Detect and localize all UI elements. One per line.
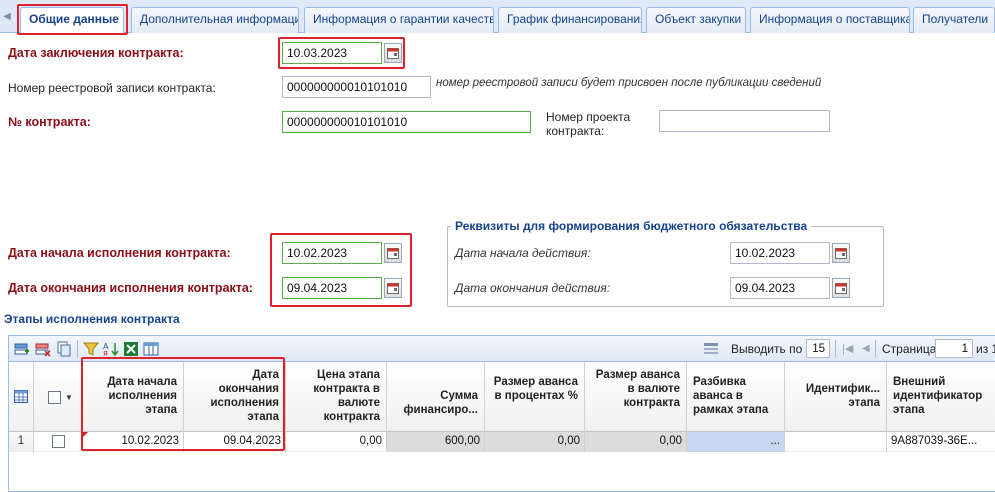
contract-number-label: № контракта: bbox=[8, 115, 91, 129]
end-date-input[interactable] bbox=[282, 277, 382, 299]
tab-bar: ◀ Общие данные Дополнительная информация… bbox=[0, 0, 995, 34]
col-header-advance-sum[interactable]: Размер аванса в валюте контракта bbox=[585, 362, 687, 432]
cell-ident[interactable] bbox=[785, 432, 887, 452]
tab-recipients[interactable]: Получатели bbox=[913, 7, 995, 33]
grid-table-icon bbox=[14, 390, 28, 403]
tab-purchase-object[interactable]: Объект закупки bbox=[646, 7, 746, 33]
grid-toolbar: AЯ Выводить по |◀ ◀ Страница из 1 bbox=[9, 336, 995, 362]
copy-row-icon[interactable] bbox=[56, 341, 72, 357]
registry-number-hint: номер реестровой записи будет присвоен п… bbox=[436, 77, 822, 89]
tab-additional-info[interactable]: Дополнительная информация bbox=[131, 7, 299, 33]
select-all-checkbox[interactable] bbox=[48, 391, 61, 404]
delete-row-icon[interactable] bbox=[35, 341, 51, 357]
calendar-icon[interactable] bbox=[384, 43, 402, 63]
start-date-input[interactable] bbox=[282, 242, 382, 264]
budget-start-label: Дата начала действия: bbox=[455, 246, 591, 260]
col-header-ident[interactable]: Идентифик... этапа bbox=[785, 362, 887, 432]
page-count: из 1 bbox=[976, 342, 995, 356]
calendar-icon[interactable] bbox=[832, 243, 850, 263]
first-page-icon[interactable]: |◀ bbox=[842, 342, 853, 355]
cell-finance: 600,00 bbox=[387, 432, 485, 452]
cell-advance-pct: 0,00 bbox=[485, 432, 585, 452]
tab-general[interactable]: Общие данные bbox=[20, 7, 124, 34]
tab-quality-guarantee[interactable]: Информация о гарантии качества bbox=[304, 7, 494, 33]
col-header-start[interactable]: Дата начала исполнения этапа bbox=[82, 362, 184, 432]
row-number: 1 bbox=[9, 432, 34, 452]
page-input[interactable] bbox=[935, 339, 973, 358]
grid-header: ▼ Дата начала исполнения этапа Дата окон… bbox=[9, 362, 995, 432]
sort-icon[interactable]: AЯ bbox=[103, 341, 119, 357]
contract-date-input[interactable] bbox=[282, 42, 382, 64]
start-date-label: Дата начала исполнения контракта: bbox=[8, 246, 231, 260]
cell-price[interactable]: 0,00 bbox=[286, 432, 387, 452]
budget-start-input[interactable] bbox=[730, 242, 830, 264]
cell-start-date[interactable]: 10.02.2023 bbox=[82, 432, 184, 452]
end-date-label: Дата окончания исполнения контракта: bbox=[8, 281, 253, 295]
contract-number-input[interactable] bbox=[282, 111, 531, 133]
stages-title: Этапы исполнения контракта bbox=[4, 312, 180, 326]
col-header-finance[interactable]: Сумма финансиро... bbox=[387, 362, 485, 432]
calendar-icon[interactable] bbox=[384, 243, 402, 263]
add-row-icon[interactable] bbox=[14, 341, 30, 357]
select-all-header[interactable]: ▼ bbox=[34, 362, 82, 432]
project-number-input[interactable] bbox=[659, 110, 830, 132]
rownum-header bbox=[9, 362, 34, 432]
registry-number-label: Номер реестровой записи контракта: bbox=[8, 81, 216, 95]
col-header-price[interactable]: Цена этапа контракта в валюте контракта bbox=[286, 362, 387, 432]
page-label: Страница bbox=[882, 342, 937, 356]
col-header-breakdown[interactable]: Разбивка аванса в рамках этапа bbox=[687, 362, 785, 432]
col-header-advance-pct[interactable]: Размер аванса в процентах % bbox=[485, 362, 585, 432]
page-size-input[interactable] bbox=[806, 339, 830, 358]
svg-text:Я: Я bbox=[103, 350, 108, 357]
cell-advance-sum: 0,00 bbox=[585, 432, 687, 452]
page-size-label: Выводить по bbox=[731, 342, 803, 356]
prev-page-icon[interactable]: ◀ bbox=[862, 343, 870, 354]
col-header-ext-id[interactable]: Внешний идентификатор этапа bbox=[887, 362, 995, 432]
cell-breakdown-button[interactable]: ... bbox=[687, 432, 785, 452]
tab-scroll-left-icon[interactable]: ◀ bbox=[0, 10, 14, 24]
budget-legend: Реквизиты для формирования бюджетного об… bbox=[451, 219, 812, 233]
project-number-label: Номер проекта контракта: bbox=[546, 110, 631, 138]
table-row[interactable]: 1 10.02.2023 09.04.2023 0,00 600,00 0,00… bbox=[9, 432, 995, 452]
registry-number-input[interactable] bbox=[282, 76, 431, 98]
stages-grid: AЯ Выводить по |◀ ◀ Страница из 1 ▼ Дата… bbox=[8, 335, 995, 492]
tab-financing-schedule[interactable]: График финансирования bbox=[498, 7, 642, 33]
tab-suppliers[interactable]: Информация о поставщиках bbox=[750, 7, 910, 33]
cell-ext-id[interactable]: 9A887039-36E... bbox=[887, 432, 995, 452]
filter-icon[interactable] bbox=[83, 341, 99, 357]
row-checkbox[interactable] bbox=[52, 435, 65, 448]
chevron-down-icon[interactable]: ▼ bbox=[65, 391, 73, 405]
budget-end-label: Дата окончания действия: bbox=[455, 281, 611, 295]
toolbar-separator bbox=[875, 340, 876, 358]
calendar-icon[interactable] bbox=[384, 278, 402, 298]
toolbar-separator bbox=[835, 340, 836, 358]
toolbar-separator bbox=[77, 340, 78, 358]
calendar-icon[interactable] bbox=[832, 278, 850, 298]
page-size-icon bbox=[704, 343, 718, 354]
excel-export-icon[interactable] bbox=[123, 341, 139, 357]
dirty-cell-marker-icon bbox=[82, 432, 88, 438]
contract-date-label: Дата заключения контракта: bbox=[8, 46, 184, 60]
row-select-cell[interactable] bbox=[34, 432, 82, 452]
cell-end-date[interactable]: 09.04.2023 bbox=[184, 432, 286, 452]
columns-settings-icon[interactable] bbox=[143, 341, 159, 357]
budget-end-input[interactable] bbox=[730, 277, 830, 299]
col-header-end[interactable]: Дата окончания исполнения этапа bbox=[184, 362, 286, 432]
